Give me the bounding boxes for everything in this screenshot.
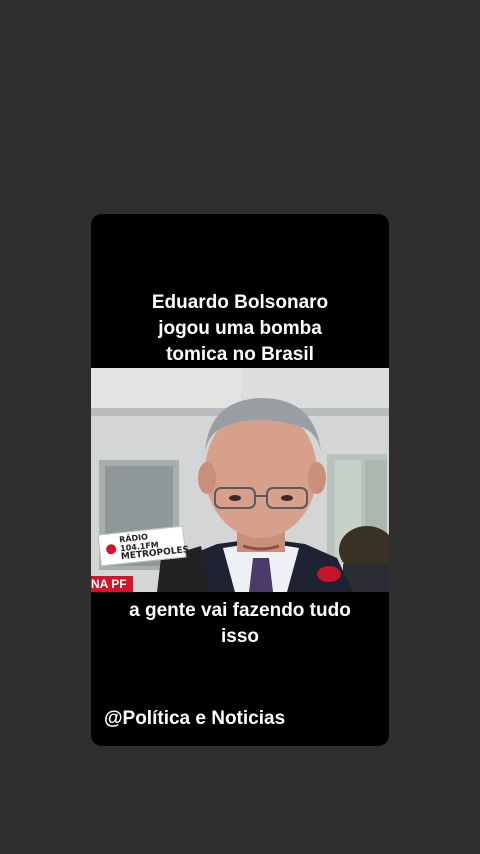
headline-line-3: tomica no Brasil: [166, 344, 314, 365]
video-frame[interactable]: RÁDIO 104.1FM METROPOLES NA PF: [91, 368, 389, 592]
account-handle[interactable]: @Política e Noticias: [104, 707, 285, 731]
subtitle-caption: a gente vai fazendo tudo isso: [91, 598, 389, 650]
headline-line-2: jogou uma bomba: [158, 318, 322, 339]
video-post-card[interactable]: Eduardo Bolsonaro jogou uma bomba tomica…: [91, 214, 389, 746]
news-lower-third: NA PF: [91, 576, 133, 592]
caption-line-2: isso: [220, 626, 260, 647]
headline-line-1: Eduardo Bolsonaro: [151, 292, 329, 313]
screen: Eduardo Bolsonaro jogou uma bomba tomica…: [0, 0, 480, 854]
headline-text: Eduardo Bolsonaro jogou uma bomba tomica…: [91, 290, 389, 368]
caption-line-1: a gente vai fazendo tudo: [129, 600, 351, 621]
radio-logo-icon: [105, 543, 117, 555]
